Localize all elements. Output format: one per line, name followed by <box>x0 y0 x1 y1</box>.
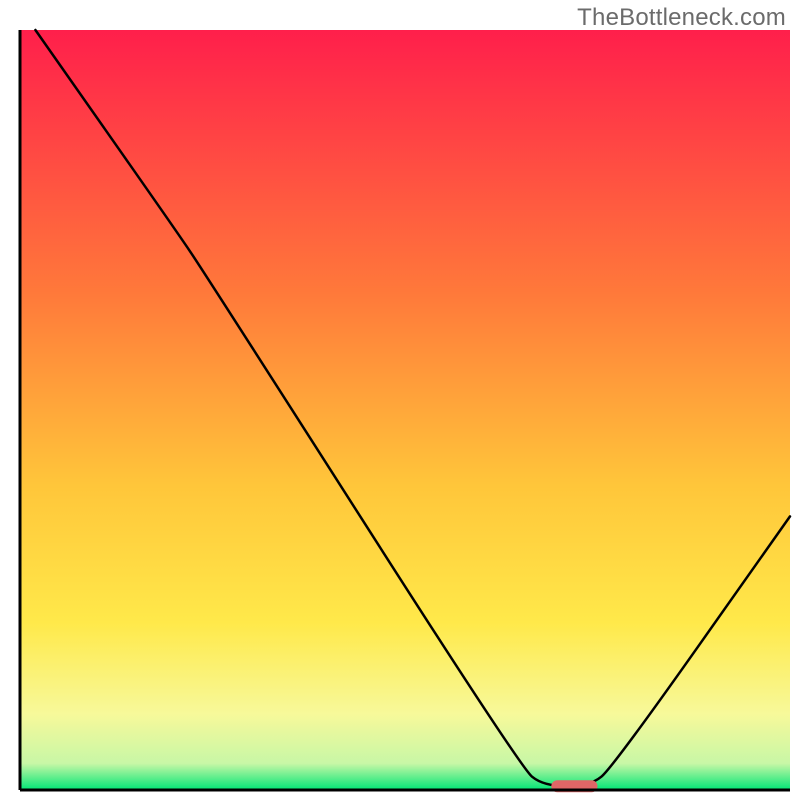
chart-container: TheBottleneck.com <box>0 0 800 800</box>
bottleneck-chart <box>0 0 800 800</box>
gradient-background <box>20 30 790 790</box>
watermark-text: TheBottleneck.com <box>577 4 786 32</box>
